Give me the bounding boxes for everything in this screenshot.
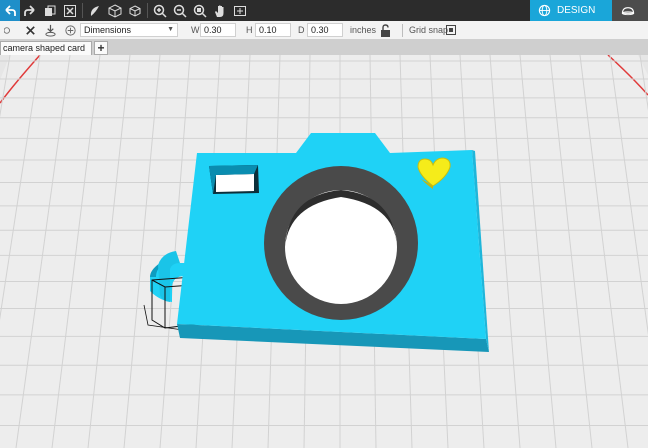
zoom-in-button[interactable] <box>150 0 170 21</box>
document-tabs: camera shaped card + <box>0 40 648 55</box>
pan-button[interactable] <box>210 0 230 21</box>
transform-mode-dropdown[interactable]: Dimensions ▼ <box>80 23 178 37</box>
pan-hand-icon <box>215 5 224 17</box>
frame-icon <box>234 5 246 16</box>
print-mode-tab[interactable] <box>612 0 648 21</box>
zoom-fit-button[interactable] <box>190 0 210 21</box>
drop-icon <box>44 24 56 37</box>
height-field[interactable]: 0.10 <box>255 23 291 37</box>
copy-icon <box>45 5 56 16</box>
width-label: W <box>191 25 200 35</box>
design-mode-label: DESIGN <box>557 5 596 16</box>
undo-button[interactable] <box>0 0 20 21</box>
close-icon <box>25 25 35 35</box>
camera-card-object[interactable] <box>177 133 489 352</box>
undo-icon <box>5 4 16 16</box>
units-label: inches <box>350 25 377 35</box>
redo-icon <box>24 4 35 16</box>
grid-snap-checkbox[interactable] <box>446 25 456 35</box>
shapes-button[interactable] <box>85 0 105 21</box>
dropdown-value: Dimensions <box>84 25 132 35</box>
height-label: H <box>246 25 253 35</box>
plus-icon: + <box>97 41 105 55</box>
globe-icon <box>538 4 551 17</box>
zoom-fit-icon <box>193 4 207 18</box>
depth-field[interactable]: 0.30 <box>307 23 343 37</box>
tab-label: camera shaped card <box>3 43 86 53</box>
group-icon <box>3 26 10 34</box>
center-button[interactable] <box>60 21 80 40</box>
printer-icon <box>621 7 635 16</box>
frame-button[interactable] <box>230 0 250 21</box>
perspective-icon <box>108 3 122 18</box>
3d-viewport[interactable] <box>0 55 648 448</box>
toolbar-separator <box>147 3 148 18</box>
zoom-in-icon <box>153 4 167 18</box>
toolbar-separator <box>82 3 83 18</box>
grid-snap-label: Grid snap <box>409 25 449 35</box>
orthographic-icon <box>129 4 141 17</box>
orthographic-button[interactable] <box>125 0 145 21</box>
zoom-out-button[interactable] <box>170 0 190 21</box>
copy-button[interactable] <box>40 0 60 21</box>
zoom-out-icon <box>173 4 187 18</box>
chevron-down-icon: ▼ <box>167 26 174 33</box>
center-icon <box>64 24 76 36</box>
properties-divider <box>402 24 403 37</box>
drop-to-plate-button[interactable] <box>40 21 60 40</box>
delete-button[interactable] <box>60 0 80 21</box>
delete-icon <box>64 4 76 17</box>
shapes-icon <box>90 5 99 16</box>
tab-camera-shaped-card[interactable]: camera shaped card <box>0 41 92 55</box>
properties-bar: Dimensions ▼ W 0.30 H 0.10 D 0.30 inches… <box>0 21 648 40</box>
group-button[interactable] <box>0 21 20 40</box>
close-object-button[interactable] <box>20 21 40 40</box>
design-mode-tab[interactable]: DESIGN <box>530 0 612 21</box>
perspective-button[interactable] <box>105 0 125 21</box>
unlock-icon[interactable] <box>380 24 392 37</box>
redo-button[interactable] <box>20 0 40 21</box>
width-field[interactable]: 0.30 <box>200 23 236 37</box>
depth-label: D <box>298 25 305 35</box>
main-toolbar: DESIGN <box>0 0 648 21</box>
add-tab-button[interactable]: + <box>94 41 108 55</box>
